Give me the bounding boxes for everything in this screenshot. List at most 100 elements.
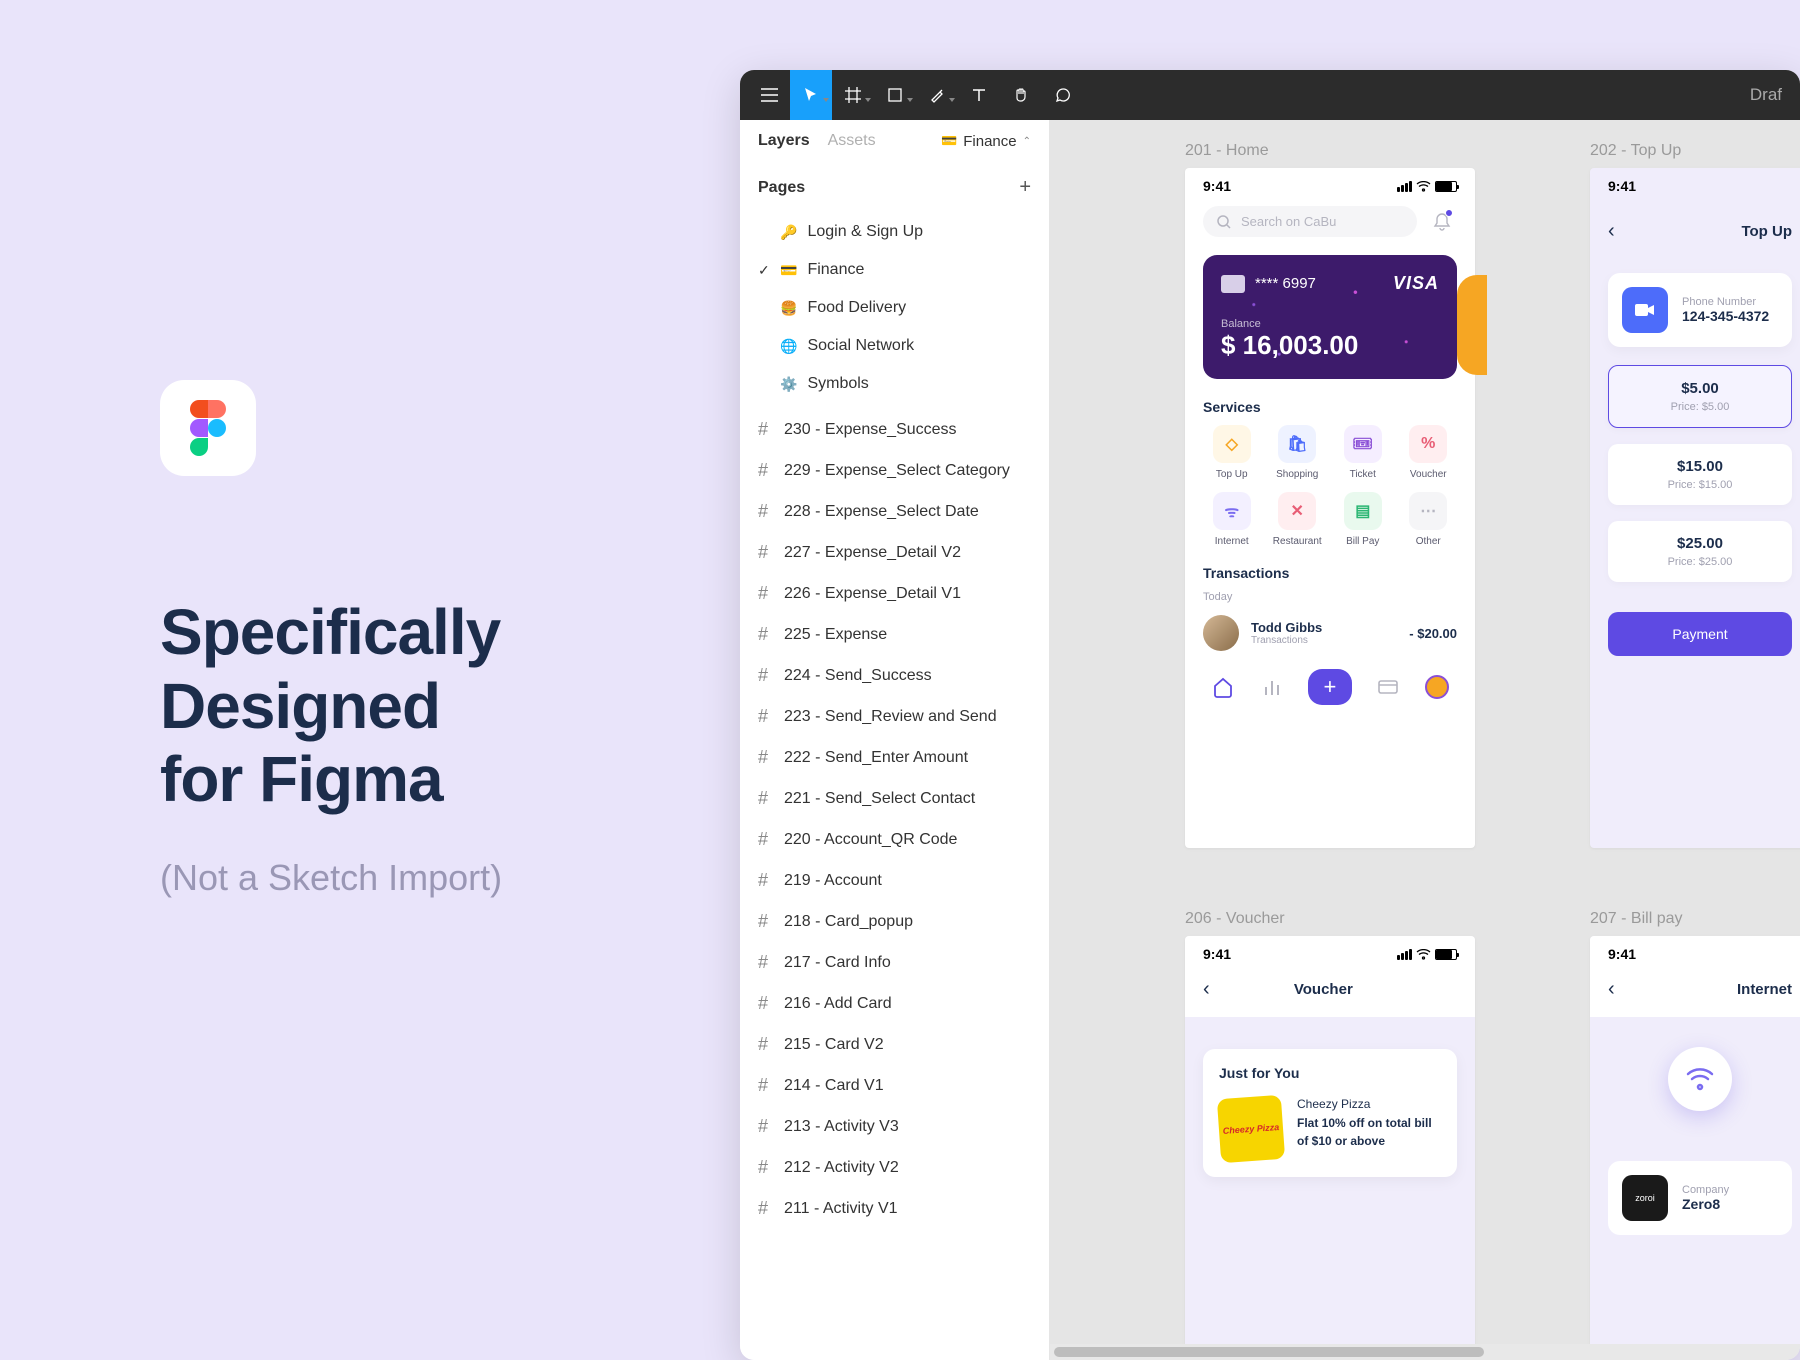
frame-item[interactable]: #227 - Expense_Detail V2 (740, 532, 1049, 573)
frame-item[interactable]: #221 - Send_Select Contact (740, 778, 1049, 819)
voucher-card: Just for You Cheezy Pizza Cheezy Pizza F… (1203, 1049, 1457, 1177)
service-tile[interactable]: 🛍Shopping (1269, 425, 1327, 480)
frame-item[interactable]: #214 - Card V1 (740, 1065, 1049, 1106)
artboard-label[interactable]: 202 - Top Up (1590, 142, 1681, 160)
add-page-icon[interactable]: + (1019, 176, 1031, 199)
stats-icon[interactable] (1260, 675, 1284, 699)
frame-item[interactable]: #223 - Send_Review and Send (740, 696, 1049, 737)
signal-icon (1397, 181, 1412, 192)
service-tile[interactable]: 🎟Ticket (1334, 425, 1392, 480)
frame-item[interactable]: #213 - Activity V3 (740, 1106, 1049, 1147)
company-logo: zoroi (1622, 1175, 1668, 1221)
page-item[interactable]: 💳Finance (740, 251, 1049, 289)
voucher-item[interactable]: Cheezy Pizza Cheezy Pizza Flat 10% off o… (1219, 1097, 1441, 1161)
frame-item[interactable]: #225 - Expense (740, 614, 1049, 655)
frame-item[interactable]: #230 - Expense_Success (740, 409, 1049, 450)
wifi-icon (1668, 1047, 1732, 1111)
phone-number-card[interactable]: Phone Number 124-345-4372 (1608, 273, 1792, 347)
frame-icon: # (758, 1034, 774, 1055)
text-tool[interactable] (958, 70, 1000, 120)
next-card-peek[interactable] (1457, 275, 1487, 375)
search-input[interactable]: Search on CaBu (1203, 206, 1417, 237)
service-tile[interactable]: %Voucher (1400, 425, 1458, 480)
frame-icon: # (758, 911, 774, 932)
frame-tool[interactable] (832, 70, 874, 120)
shape-tool[interactable] (874, 70, 916, 120)
service-tile[interactable]: ◇Top Up (1203, 425, 1261, 480)
profile-icon[interactable] (1425, 675, 1449, 699)
scrollbar-horizontal[interactable] (1050, 1344, 1800, 1360)
services-title: Services (1185, 395, 1475, 425)
artboard-label[interactable]: 201 - Home (1185, 142, 1269, 160)
company-row[interactable]: zoroi Company Zero8 (1608, 1161, 1792, 1235)
pen-tool[interactable] (916, 70, 958, 120)
notification-icon[interactable] (1427, 207, 1457, 237)
statusbar: 9:41 (1185, 168, 1475, 198)
video-icon (1622, 287, 1668, 333)
figma-window: Draf Layers Assets 💳 Finance ⌃ Pages + 🔑… (740, 70, 1800, 1360)
frame-icon: # (758, 706, 774, 727)
amount-option[interactable]: $5.00Price: $5.00 (1608, 365, 1792, 428)
hand-tool[interactable] (1000, 70, 1042, 120)
artboard-topup[interactable]: 9:41 ‹ Top Up Phone Number 124-345-4372 … (1590, 168, 1800, 848)
page-item[interactable]: 🔑Login & Sign Up (740, 213, 1049, 251)
artboard-home[interactable]: 9:41 Search on CaBu (1185, 168, 1475, 848)
layers-panel: Layers Assets 💳 Finance ⌃ Pages + 🔑Login… (740, 120, 1050, 1360)
page-selector[interactable]: 💳 Finance ⌃ (941, 133, 1031, 150)
page-item[interactable]: 🍔Food Delivery (740, 289, 1049, 327)
payment-button[interactable]: Payment (1608, 612, 1792, 656)
home-icon[interactable] (1211, 675, 1235, 699)
service-tile[interactable]: ⋯Other (1400, 492, 1458, 547)
subtitle: (Not a Sketch Import) (160, 857, 660, 899)
frame-item[interactable]: #229 - Expense_Select Category (740, 450, 1049, 491)
frame-item[interactable]: #211 - Activity V1 (740, 1188, 1049, 1229)
tab-layers[interactable]: Layers (758, 132, 810, 150)
artboard-billpay[interactable]: 9:41 ‹ Internet zoroi Company Zero8 (1590, 936, 1800, 1344)
visa-logo: VISA (1393, 273, 1439, 294)
scrollbar-thumb[interactable] (1054, 1347, 1484, 1357)
amount-option[interactable]: $25.00Price: $25.00 (1608, 521, 1792, 582)
statusbar: 9:41 (1185, 936, 1475, 966)
tab-assets[interactable]: Assets (828, 132, 876, 150)
add-button[interactable]: + (1308, 669, 1352, 705)
frame-icon: # (758, 993, 774, 1014)
artboard-label[interactable]: 206 - Voucher (1185, 910, 1285, 928)
service-tile[interactable]: ✕Restaurant (1269, 492, 1327, 547)
frame-icon: # (758, 665, 774, 686)
frame-icon: # (758, 460, 774, 481)
frame-item[interactable]: #224 - Send_Success (740, 655, 1049, 696)
page-item[interactable]: 🌐Social Network (740, 327, 1049, 365)
credit-card[interactable]: **** 6997 VISA Balance $ 16,003.00 (1203, 255, 1457, 379)
artboard-voucher[interactable]: 9:41 ‹ Voucher Just for You Cheezy Pizza (1185, 936, 1475, 1344)
frame-item[interactable]: #219 - Account (740, 860, 1049, 901)
artboard-label[interactable]: 207 - Bill pay (1590, 910, 1683, 928)
tabbar: + (1185, 659, 1475, 719)
frame-item[interactable]: #216 - Add Card (740, 983, 1049, 1024)
service-tile[interactable]: ▤Bill Pay (1334, 492, 1392, 547)
figma-canvas[interactable]: 201 - Home 202 - Top Up 206 - Voucher 20… (1050, 120, 1800, 1344)
menu-icon[interactable] (748, 70, 790, 120)
headline: Specifically Designed for Figma (160, 596, 660, 817)
frame-item[interactable]: #228 - Expense_Select Date (740, 491, 1049, 532)
transaction-row[interactable]: Todd Gibbs Transactions - $20.00 (1185, 607, 1475, 659)
comment-tool[interactable] (1042, 70, 1084, 120)
frame-item[interactable]: #222 - Send_Enter Amount (740, 737, 1049, 778)
amount-option[interactable]: $15.00Price: $15.00 (1608, 444, 1792, 505)
move-tool[interactable] (790, 70, 832, 120)
frame-item[interactable]: #212 - Activity V2 (740, 1147, 1049, 1188)
service-tile[interactable]: ᯤInternet (1203, 492, 1261, 547)
back-icon[interactable]: ‹ (1203, 978, 1210, 1001)
frame-item[interactable]: #215 - Card V2 (740, 1024, 1049, 1065)
wifi-icon (1416, 949, 1431, 960)
battery-icon (1435, 181, 1457, 192)
frame-item[interactable]: #226 - Expense_Detail V1 (740, 573, 1049, 614)
card-icon[interactable] (1376, 675, 1400, 699)
frame-item[interactable]: #217 - Card Info (740, 942, 1049, 983)
back-icon[interactable]: ‹ (1608, 978, 1615, 1001)
frame-icon: # (758, 952, 774, 973)
frame-item[interactable]: #218 - Card_popup (740, 901, 1049, 942)
page-item[interactable]: ⚙️Symbols (740, 365, 1049, 403)
back-icon[interactable]: ‹ (1608, 220, 1615, 243)
frame-item[interactable]: #220 - Account_QR Code (740, 819, 1049, 860)
signal-icon (1397, 949, 1412, 960)
